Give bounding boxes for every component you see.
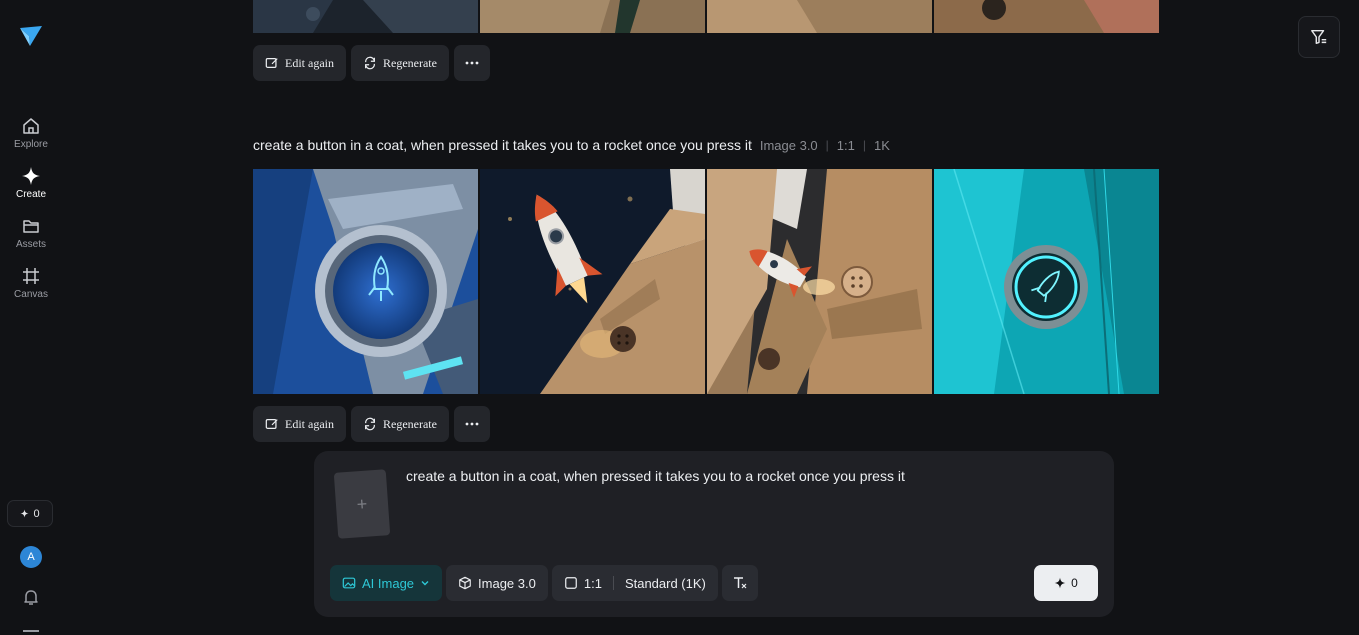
image-grid xyxy=(253,169,1159,394)
prompt-row: create a button in a coat, when pressed … xyxy=(253,137,890,153)
prompt-input[interactable]: create a button in a coat, when pressed … xyxy=(406,468,905,484)
text-style-button[interactable] xyxy=(721,565,758,601)
sparkle-icon xyxy=(22,167,40,185)
more-options-button[interactable] xyxy=(453,45,490,81)
more-icon xyxy=(465,61,479,65)
generated-image[interactable] xyxy=(480,0,705,33)
quality-label: Standard (1K) xyxy=(624,575,706,591)
menu-icon[interactable] xyxy=(23,630,39,632)
add-reference-image-button[interactable]: + xyxy=(333,469,391,539)
meta-separator: | xyxy=(862,138,866,152)
prompt-composer: + create a button in a coat, when presse… xyxy=(314,451,1114,617)
mode-select[interactable]: AI Image xyxy=(330,565,443,601)
generated-image[interactable] xyxy=(707,169,932,394)
generated-image[interactable] xyxy=(253,169,478,394)
divider xyxy=(612,576,614,590)
regenerate-label: Regenerate xyxy=(382,55,437,70)
generate-cost: 0 xyxy=(1071,576,1078,590)
ratio-tag: 1:1 xyxy=(836,137,855,153)
credits-chip[interactable]: 0 xyxy=(7,500,53,527)
generated-image[interactable] xyxy=(253,0,478,33)
text-format-icon xyxy=(733,577,747,589)
resolution-tag: 1K xyxy=(874,137,890,153)
prompt-text[interactable]: create a button in a coat, when pressed … xyxy=(253,137,752,153)
sparkle-icon xyxy=(20,509,29,518)
nav-create-label: Create xyxy=(15,189,46,200)
generated-image[interactable] xyxy=(480,169,705,394)
meta-separator: | xyxy=(825,138,829,152)
app-logo-icon[interactable] xyxy=(18,22,44,48)
generate-button[interactable]: 0 xyxy=(1034,565,1098,601)
model-select[interactable]: Image 3.0 xyxy=(446,565,548,601)
mode-label: AI Image xyxy=(362,575,415,591)
nav-assets[interactable]: Assets xyxy=(0,216,62,250)
refresh-icon xyxy=(364,417,375,431)
sparkle-icon xyxy=(1054,577,1066,589)
nav-canvas-label: Canvas xyxy=(14,289,48,300)
nav-explore[interactable]: Explore xyxy=(0,116,62,150)
nav-create[interactable]: Create xyxy=(0,166,62,200)
size-select[interactable]: 1:1 Standard (1K) xyxy=(551,565,718,601)
model-tag: Image 3.0 xyxy=(759,137,818,153)
edit-again-label: Edit again xyxy=(285,55,334,70)
home-icon xyxy=(23,118,39,134)
more-icon xyxy=(465,422,479,426)
chevron-down-icon xyxy=(421,581,429,586)
aspect-ratio-icon xyxy=(564,577,577,589)
plus-icon: + xyxy=(356,493,368,514)
canvas-icon xyxy=(23,268,39,284)
ratio-label: 1:1 xyxy=(583,575,602,591)
action-bar: Edit again Regenerate xyxy=(253,45,490,81)
edit-icon xyxy=(265,58,278,68)
credits-count: 0 xyxy=(33,507,40,520)
bell-icon[interactable] xyxy=(21,587,41,607)
edit-again-label: Edit again xyxy=(285,416,334,431)
action-bar: Edit again Regenerate xyxy=(253,406,490,442)
nav-explore-label: Explore xyxy=(14,139,48,150)
more-options-button[interactable] xyxy=(453,406,490,442)
edit-again-button[interactable]: Edit again xyxy=(253,45,346,81)
folder-icon xyxy=(23,220,39,233)
edit-again-button[interactable]: Edit again xyxy=(253,406,346,442)
regenerate-button[interactable]: Regenerate xyxy=(350,406,449,442)
generated-image[interactable] xyxy=(934,0,1159,33)
sidebar: Explore Create Assets Canvas 0 A xyxy=(0,0,62,635)
nav-canvas[interactable]: Canvas xyxy=(0,266,62,300)
composer-toolbar: AI Image Image 3.0 1:1 Standard (1K) xyxy=(330,565,758,601)
refresh-icon xyxy=(364,56,375,70)
regenerate-button[interactable]: Regenerate xyxy=(350,45,449,81)
regenerate-label: Regenerate xyxy=(382,416,437,431)
generated-image[interactable] xyxy=(707,0,932,33)
cube-icon xyxy=(459,576,471,590)
model-label: Image 3.0 xyxy=(478,575,536,591)
image-icon xyxy=(342,577,356,589)
nav-assets-label: Assets xyxy=(15,239,46,250)
previous-image-grid xyxy=(253,0,1159,33)
edit-icon xyxy=(265,419,278,429)
avatar[interactable]: A xyxy=(20,546,42,568)
generated-image[interactable] xyxy=(934,169,1159,394)
filter-button[interactable] xyxy=(1298,16,1340,58)
filter-icon xyxy=(1311,29,1327,45)
